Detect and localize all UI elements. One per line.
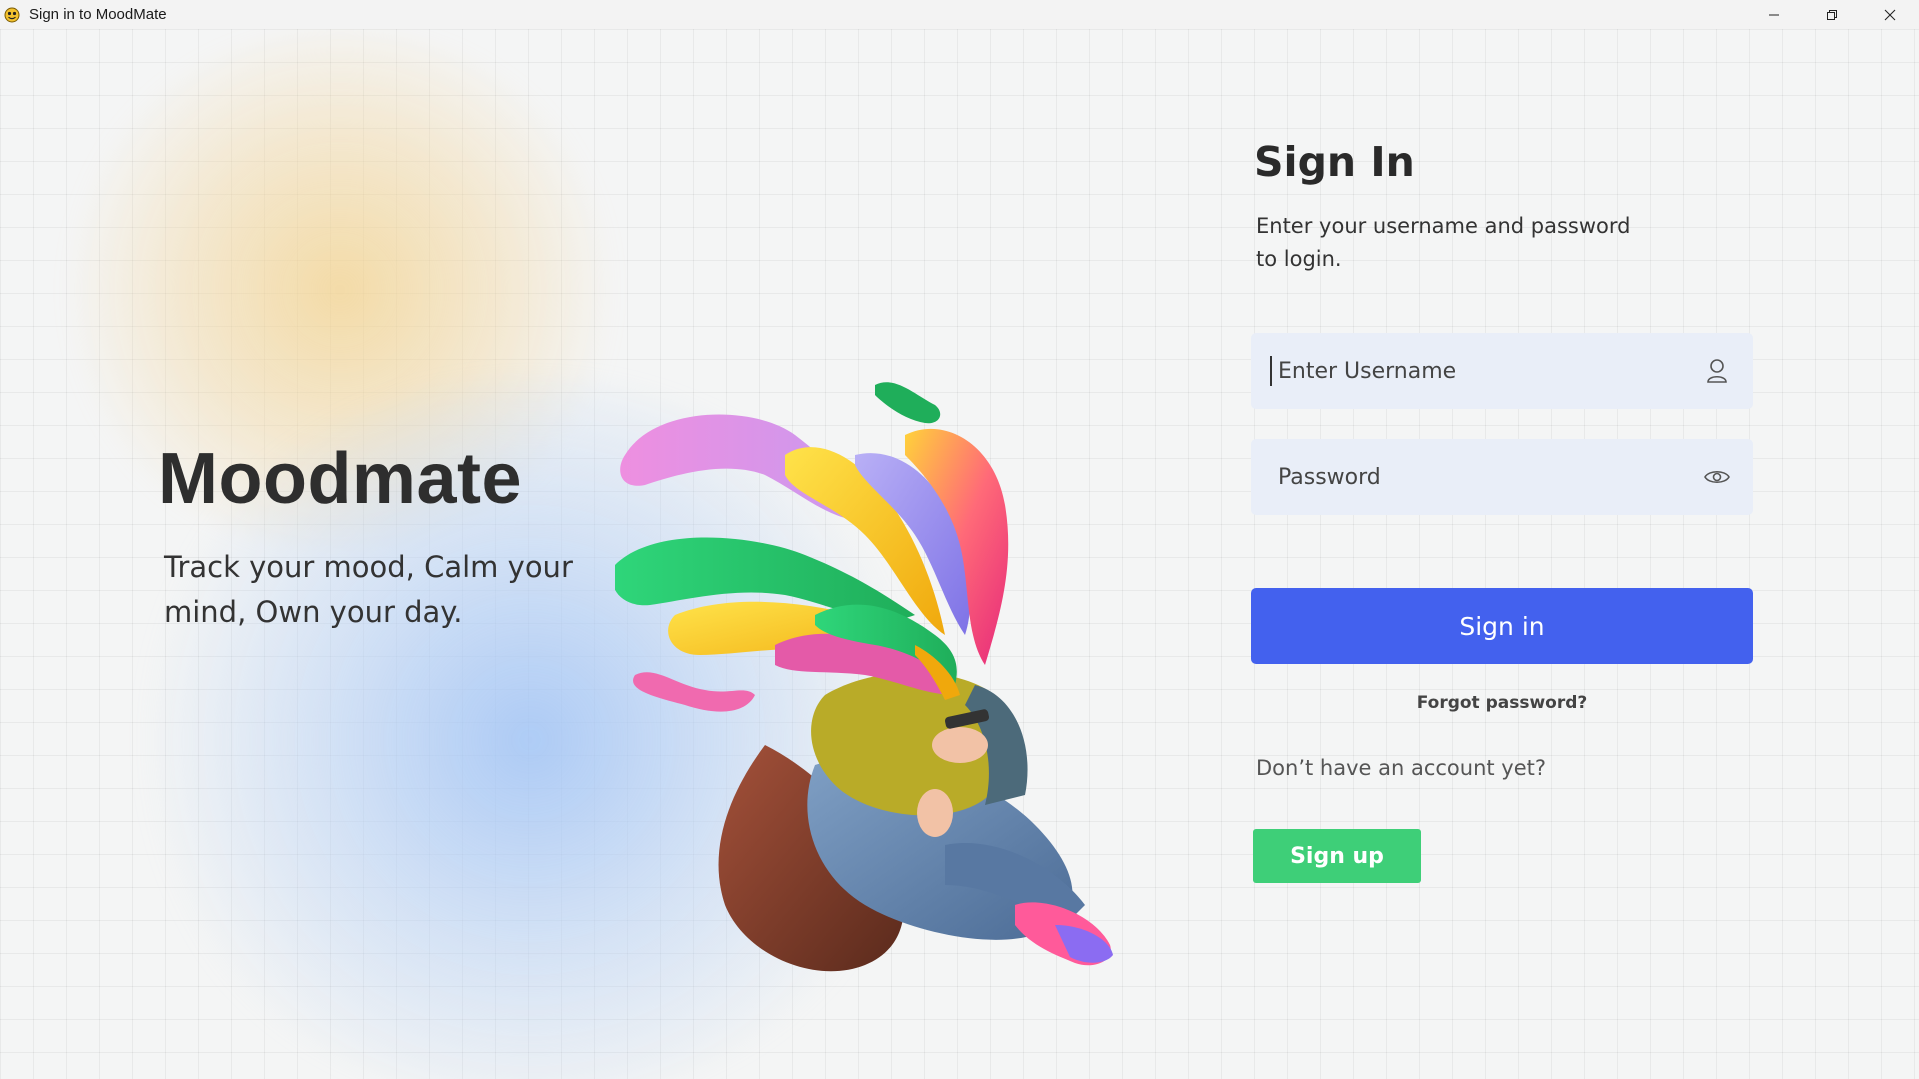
username-input[interactable] xyxy=(1276,357,1703,385)
no-account-text: Don’t have an account yet? xyxy=(1256,756,1547,780)
password-input[interactable] xyxy=(1276,463,1703,491)
person-with-colorful-swirls-illustration xyxy=(615,382,1113,972)
forgot-password-link[interactable]: Forgot password? xyxy=(1251,693,1753,713)
minimize-button[interactable] xyxy=(1745,0,1803,29)
moodmate-face-icon xyxy=(3,6,21,24)
restore-icon xyxy=(1827,9,1837,20)
window-title: Sign in to MoodMate xyxy=(29,6,167,23)
title-bar[interactable]: Sign in to MoodMate xyxy=(0,0,1919,29)
signup-button[interactable]: Sign up xyxy=(1253,829,1421,883)
minimize-icon xyxy=(1769,14,1779,15)
password-field[interactable] xyxy=(1251,439,1753,515)
close-icon xyxy=(1884,9,1896,20)
text-cursor xyxy=(1270,356,1272,386)
app-window: Sign in to MoodMate Moodmate Track your … xyxy=(0,0,1919,1079)
close-button[interactable] xyxy=(1861,0,1919,29)
signin-subtitle: Enter your username and password to logi… xyxy=(1256,214,1631,271)
eye-icon[interactable] xyxy=(1703,463,1731,491)
signin-button[interactable]: Sign in xyxy=(1251,588,1753,664)
user-icon xyxy=(1703,357,1731,385)
signin-title: Sign In xyxy=(1254,138,1415,186)
restore-button[interactable] xyxy=(1803,0,1861,29)
username-field[interactable] xyxy=(1251,333,1753,409)
brand-tagline: Track your mood, Calm your mind, Own you… xyxy=(164,550,573,629)
window-controls xyxy=(1745,0,1919,29)
brand-title: Moodmate xyxy=(158,439,522,519)
